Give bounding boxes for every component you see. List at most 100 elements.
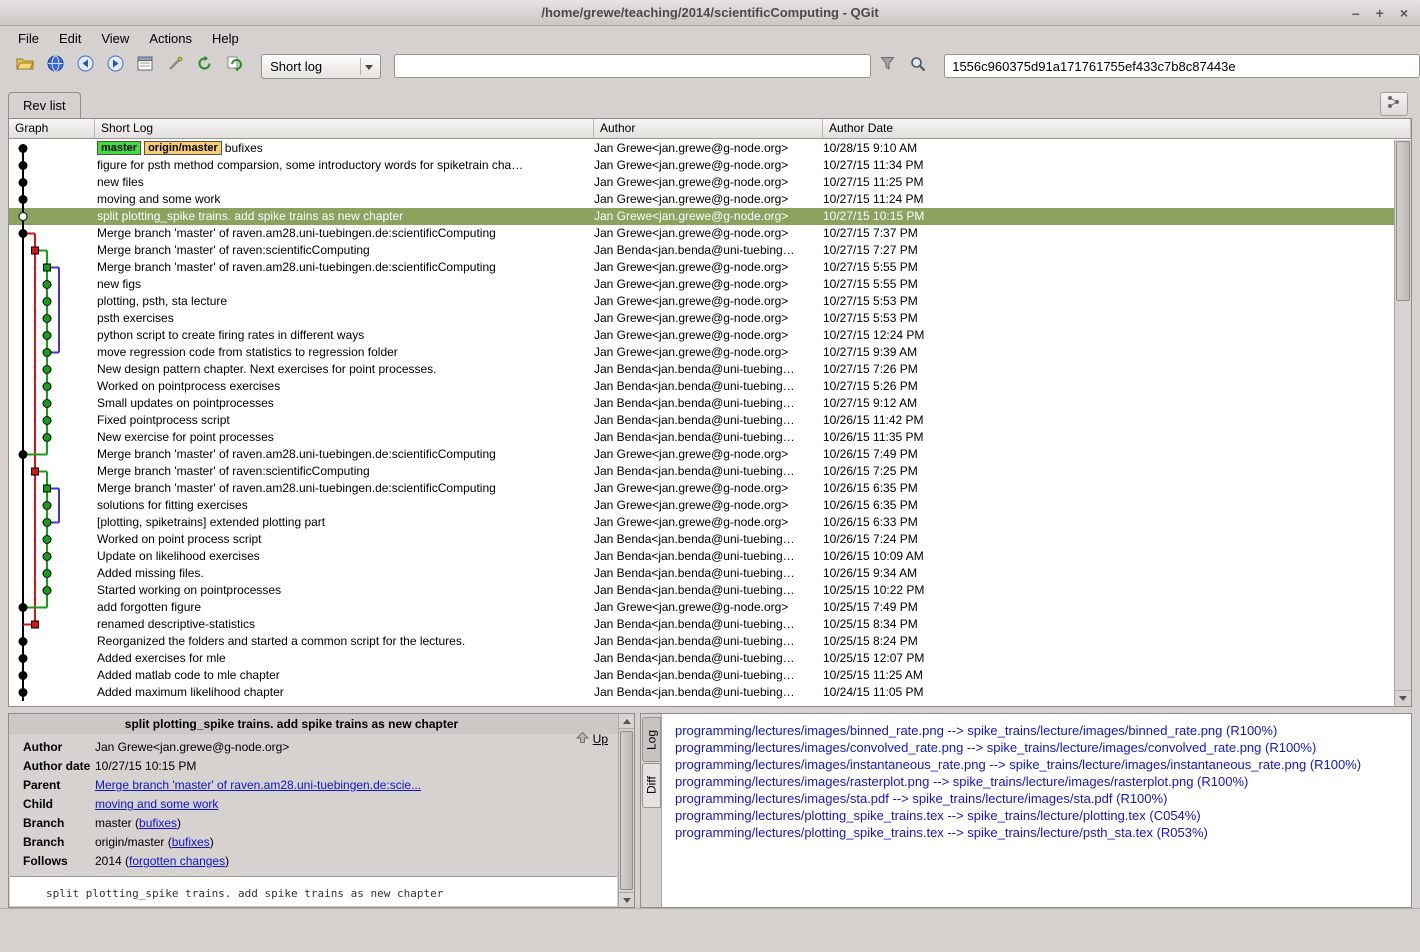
forward-button[interactable] bbox=[102, 54, 129, 79]
toolbar: Short log bbox=[0, 50, 1420, 82]
commit-row[interactable]: add forgotten figureJan Grewe<jan.grewe@… bbox=[9, 599, 1394, 616]
commit-row[interactable]: solutions for fitting exercisesJan Grewe… bbox=[9, 497, 1394, 514]
commit-author: Jan Grewe<jan.grewe@g-node.org> bbox=[594, 225, 823, 242]
column-header-author[interactable]: Author bbox=[594, 119, 823, 138]
commit-row[interactable]: renamed descriptive-statisticsJan Benda<… bbox=[9, 616, 1394, 633]
open-repository-button[interactable] bbox=[12, 54, 39, 79]
minimize-button[interactable]: – bbox=[1352, 0, 1360, 26]
commit-date: 10/25/15 12:07 PM bbox=[823, 650, 1394, 667]
commit-row[interactable]: Added exercises for mleJan Benda<jan.ben… bbox=[9, 650, 1394, 667]
diff-file-line[interactable]: programming/lectures/images/instantaneou… bbox=[675, 756, 1409, 773]
diff-file-line[interactable]: programming/lectures/plotting_spike_trai… bbox=[675, 824, 1409, 841]
menu-actions[interactable]: Actions bbox=[139, 28, 202, 49]
commit-subject: New exercise for point processes bbox=[95, 429, 594, 446]
column-header-graph[interactable]: Graph bbox=[9, 119, 95, 138]
commit-row[interactable]: Added matlab code to mle chapterJan Bend… bbox=[9, 667, 1394, 684]
commit-row[interactable]: Merge branch 'master' of raven:scientifi… bbox=[9, 242, 1394, 259]
commit-author: Jan Grewe<jan.grewe@g-node.org> bbox=[594, 259, 823, 276]
close-button[interactable]: × bbox=[1400, 0, 1408, 26]
commit-row[interactable]: new figsJan Grewe<jan.grewe@g-node.org>1… bbox=[9, 276, 1394, 293]
commit-author: Jan Grewe<jan.grewe@g-node.org> bbox=[594, 157, 823, 174]
detail-scroll-up-button[interactable] bbox=[619, 714, 634, 729]
reload-repository-button[interactable] bbox=[221, 54, 248, 79]
commit-row[interactable]: python script to create firing rates in … bbox=[9, 327, 1394, 344]
detail-link[interactable]: bufixes bbox=[172, 835, 210, 849]
commit-row[interactable]: Update on likelihood exercisesJan Benda<… bbox=[9, 548, 1394, 565]
commit-row[interactable]: move regression code from statistics to … bbox=[9, 344, 1394, 361]
commit-row[interactable]: Merge branch 'master' of raven.am28.uni-… bbox=[9, 259, 1394, 276]
detail-scrollbar[interactable] bbox=[618, 714, 634, 907]
tab-rev-list[interactable]: Rev list bbox=[8, 92, 81, 118]
diff-tab-log[interactable]: Log bbox=[642, 717, 661, 762]
commit-row[interactable]: Started working on pointprocessesJan Ben… bbox=[9, 582, 1394, 599]
diff-file-line[interactable]: programming/lectures/images/rasterplot.p… bbox=[675, 773, 1409, 790]
commit-row[interactable]: New exercise for point processesJan Bend… bbox=[9, 429, 1394, 446]
commit-subject: move regression code from statistics to … bbox=[95, 344, 594, 361]
highlight-search-button[interactable] bbox=[904, 54, 931, 79]
commit-row[interactable]: Worked on point process scriptJan Benda<… bbox=[9, 531, 1394, 548]
commit-row[interactable]: Added maximum likelihood chapterJan Bend… bbox=[9, 684, 1394, 701]
commit-date: 10/27/15 5:53 PM bbox=[823, 293, 1394, 310]
detail-label: Author bbox=[9, 738, 95, 757]
commit-row[interactable]: plotting, psth, sta lectureJan Grewe<jan… bbox=[9, 293, 1394, 310]
menu-view[interactable]: View bbox=[91, 28, 139, 49]
commit-date: 10/25/15 10:22 PM bbox=[823, 582, 1394, 599]
commit-row[interactable]: [plotting, spiketrains] extended plottin… bbox=[9, 514, 1394, 531]
lanes-toggle-button[interactable] bbox=[1380, 92, 1408, 116]
commit-row[interactable]: Merge branch 'master' of raven:scientifi… bbox=[9, 463, 1394, 480]
detail-scrollbar-thumb[interactable] bbox=[620, 731, 633, 890]
commit-row[interactable]: Merge branch 'master' of raven.am28.uni-… bbox=[9, 446, 1394, 463]
commit-graph-cell bbox=[9, 310, 95, 327]
filter-button[interactable] bbox=[874, 54, 901, 79]
column-header-short-log[interactable]: Short Log bbox=[95, 119, 594, 138]
commit-row[interactable]: Merge branch 'master' of raven.am28.uni-… bbox=[9, 480, 1394, 497]
commit-row[interactable]: figure for psth method comparsion, some … bbox=[9, 157, 1394, 174]
commit-graph-cell bbox=[9, 599, 95, 616]
commit-row[interactable]: masterorigin/masterbufixesJan Grewe<jan.… bbox=[9, 140, 1394, 157]
detail-link[interactable]: forgotten changes bbox=[129, 854, 225, 868]
menu-edit[interactable]: Edit bbox=[49, 28, 91, 49]
detail-label: Parent bbox=[9, 776, 95, 795]
commit-row[interactable]: new filesJan Grewe<jan.grewe@g-node.org>… bbox=[9, 174, 1394, 191]
commit-row[interactable]: psth exercisesJan Grewe<jan.grewe@g-node… bbox=[9, 310, 1394, 327]
commit-author: Jan Benda<jan.benda@uni-tuebing… bbox=[594, 684, 823, 701]
detail-scroll-down-button[interactable] bbox=[619, 892, 634, 907]
diff-tab-diff[interactable]: Diff bbox=[642, 763, 661, 808]
commit-row[interactable]: Reorganized the folders and started a co… bbox=[9, 633, 1394, 650]
scroll-down-button[interactable] bbox=[1395, 690, 1411, 706]
commit-row[interactable]: Small updates on pointprocessesJan Benda… bbox=[9, 395, 1394, 412]
commit-author: Jan Grewe<jan.grewe@g-node.org> bbox=[594, 191, 823, 208]
commit-row[interactable]: Added missing files.Jan Benda<jan.benda@… bbox=[9, 565, 1394, 582]
triangle-up-icon bbox=[623, 719, 631, 724]
detail-link[interactable]: bufixes bbox=[139, 816, 177, 830]
column-header-author-date[interactable]: Author Date bbox=[823, 119, 1411, 138]
tree-view-button[interactable] bbox=[132, 54, 159, 79]
diff-file-line[interactable]: programming/lectures/images/sta.pdf --> … bbox=[675, 790, 1409, 807]
commit-row[interactable]: split plotting_spike trains. add spike t… bbox=[9, 208, 1394, 225]
commit-subject: Added missing files. bbox=[95, 565, 594, 582]
commit-row[interactable]: moving and some workJan Grewe<jan.grewe@… bbox=[9, 191, 1394, 208]
commit-author: Jan Benda<jan.benda@uni-tuebing… bbox=[594, 242, 823, 259]
detail-link[interactable]: Merge branch 'master' of raven.am28.uni-… bbox=[95, 778, 421, 792]
highlight-button[interactable] bbox=[161, 54, 188, 79]
diff-file-line[interactable]: programming/lectures/images/binned_rate.… bbox=[675, 722, 1409, 739]
scrollbar-thumb[interactable] bbox=[1396, 141, 1410, 301]
commit-row[interactable]: Worked on pointprocess exercisesJan Bend… bbox=[9, 378, 1394, 395]
detail-link[interactable]: moving and some work bbox=[95, 797, 218, 811]
maximize-button[interactable]: + bbox=[1376, 0, 1384, 26]
sha-input[interactable] bbox=[944, 54, 1420, 78]
graph-lanes-icon bbox=[1386, 95, 1402, 114]
refresh-button[interactable] bbox=[191, 54, 218, 79]
menu-help[interactable]: Help bbox=[202, 28, 249, 49]
back-button[interactable] bbox=[72, 54, 99, 79]
diff-file-line[interactable]: programming/lectures/images/convolved_ra… bbox=[675, 739, 1409, 756]
commit-row[interactable]: Fixed pointprocess scriptJan Benda<jan.b… bbox=[9, 412, 1394, 429]
view-select[interactable]: Short log bbox=[261, 54, 380, 79]
commit-row[interactable]: Merge branch 'master' of raven.am28.uni-… bbox=[9, 225, 1394, 242]
diff-file-line[interactable]: programming/lectures/plotting_spike_trai… bbox=[675, 807, 1409, 824]
menu-file[interactable]: File bbox=[8, 28, 49, 49]
commit-row[interactable]: New design pattern chapter. Next exercis… bbox=[9, 361, 1394, 378]
filter-input[interactable] bbox=[394, 54, 872, 78]
web-view-button[interactable] bbox=[42, 54, 69, 79]
table-scrollbar[interactable] bbox=[1394, 140, 1411, 706]
